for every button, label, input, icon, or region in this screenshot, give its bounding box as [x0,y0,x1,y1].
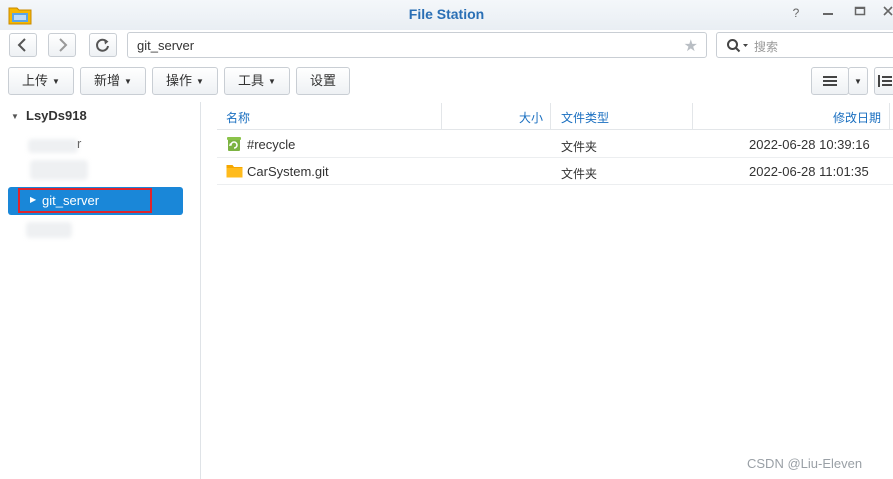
forward-button[interactable] [48,33,76,57]
folder-tree [0,102,201,479]
back-button[interactable] [9,33,37,57]
column-header-name[interactable]: 名称 [226,109,250,126]
settings-label: 设置 [309,73,336,88]
path-text: git_server [137,38,195,53]
title-bar: File Station ? [0,0,893,30]
column-header-modified[interactable]: 修改日期 [833,109,881,126]
file-modified: 2022-06-28 11:01:35 [749,164,869,179]
detail-view-button[interactable] [874,67,893,95]
upload-button[interactable]: 上传 ▼ [8,67,74,95]
recycle-folder-icon [227,137,241,151]
column-separator[interactable] [550,103,551,129]
table-row[interactable]: #recycle 文件夹 2022-06-28 10:39:16 [217,131,893,158]
refresh-button[interactable] [89,33,117,57]
column-separator[interactable] [889,103,890,129]
view-mode-dropdown[interactable]: ▼ [848,67,868,95]
tree-root-label[interactable]: LsyDs918 [26,108,87,123]
caret-down-icon: ▼ [124,76,132,86]
view-mode-button[interactable] [811,67,849,95]
watermark-text: CSDN @Liu-Eleven [747,456,863,471]
panel-divider[interactable] [200,102,201,479]
file-type: 文件夹 [561,167,598,181]
minimize-icon[interactable] [820,5,836,21]
chevron-left-icon [17,38,26,52]
column-header-type[interactable]: 文件类型 [561,109,609,126]
tools-label: 工具 [238,73,265,88]
blurred-tree-item[interactable] [28,139,78,153]
file-name: CarSystem.git [247,164,329,179]
action-button[interactable]: 操作 ▼ [152,67,218,95]
detail-view-icon [878,75,892,87]
path-bar[interactable]: git_server ★ [127,32,707,58]
caret-down-icon: ▼ [196,76,204,86]
table-row[interactable]: CarSystem.git 文件夹 2022-06-28 11:01:35 [217,158,893,185]
settings-button[interactable]: 设置 [296,67,350,95]
blurred-tree-item[interactable] [30,160,88,180]
new-label: 新增 [94,73,121,88]
chevron-right-icon [59,38,68,52]
caret-down-icon: ▼ [52,76,60,86]
file-type: 文件夹 [561,140,598,154]
refresh-icon [96,38,109,52]
search-input[interactable]: 搜索 [716,32,893,58]
tree-item-fragment: r [77,136,82,151]
caret-down-icon[interactable]: ▼ [11,112,19,121]
list-view-icon [823,76,837,86]
annotation-highlight-box [18,188,152,213]
tools-button[interactable]: 工具 ▼ [224,67,290,95]
blurred-tree-item[interactable] [26,222,72,238]
close-icon[interactable] [880,5,893,21]
maximize-icon[interactable] [852,5,868,21]
column-separator[interactable] [692,103,693,129]
action-label: 操作 [166,73,193,88]
star-icon[interactable]: ★ [684,36,698,56]
caret-down-icon: ▼ [268,76,276,86]
help-icon[interactable]: ? [788,5,804,21]
search-icon [727,39,748,53]
file-modified: 2022-06-28 10:39:16 [749,137,870,152]
window-title: File Station [408,6,485,22]
folder-icon [226,165,243,178]
new-button[interactable]: 新增 ▼ [80,67,146,95]
upload-label: 上传 [22,73,49,88]
caret-down-icon: ▼ [854,76,862,86]
file-name: #recycle [247,137,296,152]
column-separator[interactable] [441,103,442,129]
search-placeholder: 搜索 [754,40,779,54]
column-header-size[interactable]: 大小 [519,109,543,126]
file-list-header: 名称 大小 文件类型 修改日期 [217,103,893,130]
